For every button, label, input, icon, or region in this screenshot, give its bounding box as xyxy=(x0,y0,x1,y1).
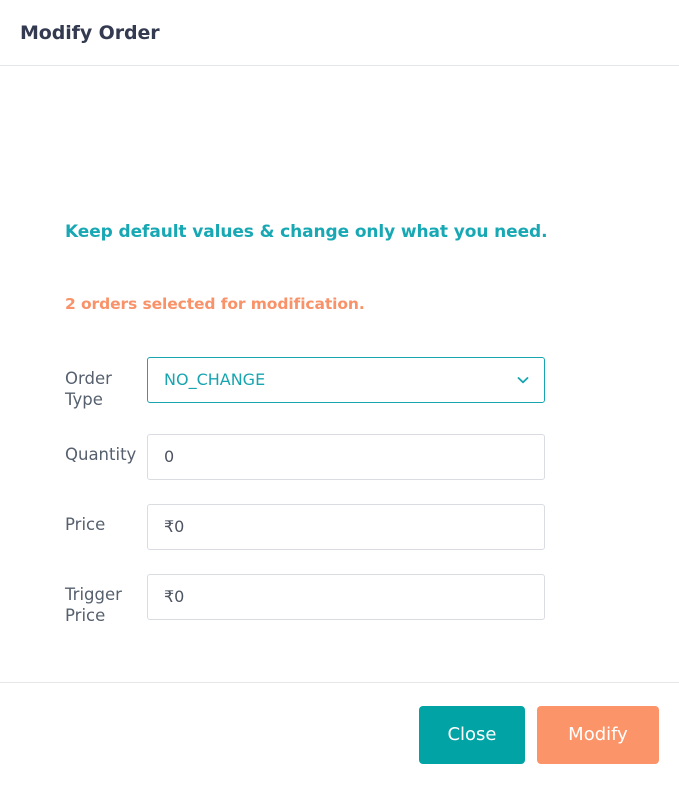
quantity-label: Quantity xyxy=(65,445,137,464)
dialog-body: Keep default values & change only what y… xyxy=(0,66,679,682)
chevron-down-icon xyxy=(516,373,530,387)
quantity-value: 0 xyxy=(164,447,175,466)
trigger-price-value: ₹0 xyxy=(164,587,185,606)
notice-primary: Keep default values & change only what y… xyxy=(65,222,548,242)
trigger-price-input[interactable]: ₹0 xyxy=(147,574,545,620)
quantity-input[interactable]: 0 xyxy=(147,434,545,480)
price-input[interactable]: ₹0 xyxy=(147,504,545,550)
order-type-select[interactable]: NO_CHANGE xyxy=(147,357,545,403)
price-value: ₹0 xyxy=(164,517,185,536)
close-button[interactable]: Close xyxy=(419,706,525,764)
trigger-price-label: Trigger Price xyxy=(65,585,122,625)
modify-button[interactable]: Modify xyxy=(537,706,659,764)
dialog-footer: Close Modify xyxy=(0,682,679,787)
modify-order-dialog: Modify Order Keep default values & chang… xyxy=(0,0,679,787)
page-title: Modify Order xyxy=(20,21,160,44)
modify-order-form: Order Type NO_CHANGE Quantity 0 Price ₹0… xyxy=(0,357,679,626)
form-row-trigger-price: Trigger Price ₹0 xyxy=(0,574,679,626)
notice-secondary: 2 orders selected for modification. xyxy=(65,295,365,313)
order-type-value: NO_CHANGE xyxy=(164,370,266,389)
price-label: Price xyxy=(65,515,106,534)
form-row-order-type: Order Type NO_CHANGE xyxy=(0,357,679,410)
order-type-label: Order Type xyxy=(65,369,112,409)
form-row-quantity: Quantity 0 xyxy=(0,434,679,480)
dialog-header: Modify Order xyxy=(0,0,679,66)
form-row-price: Price ₹0 xyxy=(0,504,679,550)
